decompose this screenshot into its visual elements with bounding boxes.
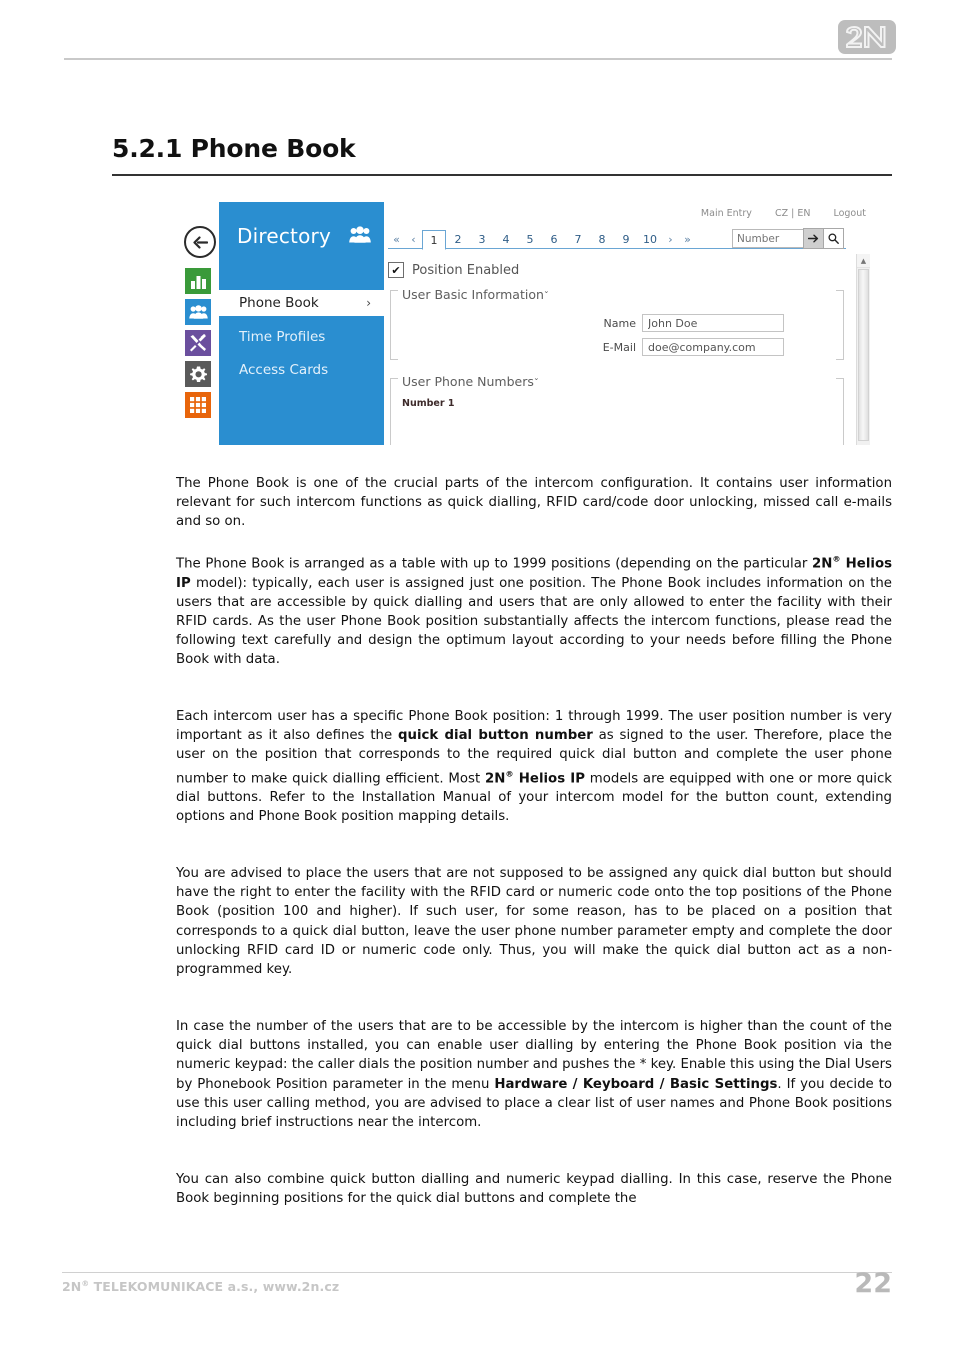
paragraph-6: You can also combine quick button dialli… <box>176 1172 892 1207</box>
group-user-phone-numbers[interactable]: User Phone Numbersˇ <box>402 371 539 390</box>
intercom-config-screenshot: Directory Phone Book › Time Profiles Acc… <box>178 202 870 445</box>
pager-next[interactable]: › <box>662 230 679 250</box>
sidebar-item-access-cards[interactable]: Access Cards <box>219 357 384 383</box>
group-title: User Basic Information <box>402 287 544 302</box>
group-bracket-left <box>390 378 398 445</box>
position-enabled-row[interactable]: ✔ Position Enabled <box>388 262 519 278</box>
position-enabled-label: Position Enabled <box>412 262 520 278</box>
language-switch-link[interactable]: CZ | EN <box>775 208 811 219</box>
email-field[interactable] <box>642 338 784 356</box>
search-input[interactable] <box>732 229 804 248</box>
pager-page-3[interactable]: 3 <box>470 230 494 250</box>
brand-logo-2n-icon <box>838 20 896 54</box>
group-bracket-left <box>390 290 398 360</box>
page-title: 5.2.1 Phone Book <box>112 134 356 163</box>
pager-page-6[interactable]: 6 <box>542 230 566 250</box>
main-entry-link[interactable]: Main Entry <box>701 208 752 219</box>
logout-link[interactable]: Logout <box>833 208 866 219</box>
sidebar-item-time-profiles[interactable]: Time Profiles <box>219 324 384 350</box>
group-bracket-right <box>836 378 844 445</box>
pager-page-1[interactable]: 1 <box>422 230 446 250</box>
footer-brand: 2N <box>62 1279 82 1295</box>
pager-page-5[interactable]: 5 <box>518 230 542 250</box>
pager-first[interactable]: « <box>388 230 405 250</box>
page-header <box>0 0 954 70</box>
system-grid-icon[interactable] <box>185 392 211 418</box>
pager-page-9[interactable]: 9 <box>614 230 638 250</box>
search-area <box>732 228 844 249</box>
footer-company-text: TELEKOMUNIKACE a.s., www.2n.cz <box>89 1279 340 1295</box>
services-gear-icon[interactable] <box>185 361 211 387</box>
directory-panel: Directory Phone Book › Time Profiles Acc… <box>219 202 384 445</box>
group-bracket-right <box>836 290 844 360</box>
people-icon <box>349 226 371 244</box>
paragraph-5: In case the number of the users that are… <box>176 1019 892 1131</box>
paragraph-2: The Phone Book is arranged as a table wi… <box>176 554 892 668</box>
name-field[interactable] <box>642 314 784 332</box>
sidebar-item-label: Time Profiles <box>239 329 326 345</box>
email-field-label: E-Mail <box>602 340 636 354</box>
topbar-links: Main Entry CZ | EN Logout <box>681 208 866 219</box>
name-field-label: Name <box>603 316 636 330</box>
chevron-down-icon[interactable]: ˇ <box>534 378 539 389</box>
paragraph-3: Each intercom user has a specific Phone … <box>176 709 893 825</box>
magnifier-icon[interactable] <box>823 228 844 249</box>
pager-page-8[interactable]: 8 <box>590 230 614 250</box>
paragraph-1: The Phone Book is one of the crucial par… <box>176 476 892 530</box>
scrollbar-thumb[interactable] <box>858 269 869 441</box>
pager-page-7[interactable]: 7 <box>566 230 590 250</box>
pager-last[interactable]: » <box>679 230 696 250</box>
footer-company: 2N® TELEKOMUNIKACE a.s., www.2n.cz <box>62 1279 339 1294</box>
field-email-row: E-Mail <box>580 338 784 356</box>
check-icon: ✔ <box>391 263 401 277</box>
footer-divider <box>62 1272 892 1273</box>
pager-page-4[interactable]: 4 <box>494 230 518 250</box>
pager-page-2[interactable]: 2 <box>446 230 470 250</box>
vertical-scrollbar[interactable]: ▲ <box>856 254 870 445</box>
status-bar-chart-icon[interactable] <box>185 268 211 294</box>
group-title: User Phone Numbers <box>402 374 534 389</box>
paragraph-4: You are advised to place the users that … <box>176 866 892 978</box>
panel-title: Directory <box>237 224 331 248</box>
scroll-up-arrow-icon[interactable]: ▲ <box>857 254 870 268</box>
field-name-row: Name <box>580 314 784 332</box>
sidebar-item-phone-book[interactable]: Phone Book › <box>219 290 384 316</box>
sidebar-item-label: Phone Book <box>239 295 319 311</box>
chevron-right-icon: › <box>366 296 371 310</box>
heading-divider <box>112 174 892 176</box>
group-user-basic-information[interactable]: User Basic Informationˇ <box>402 284 549 303</box>
position-enabled-checkbox[interactable]: ✔ <box>388 262 404 278</box>
search-go-button[interactable] <box>803 228 824 249</box>
number-1-label: Number 1 <box>402 398 455 409</box>
content-pane: Main Entry CZ | EN Logout « ‹ 1 2 3 4 5 … <box>384 202 870 445</box>
chevron-down-icon[interactable]: ˇ <box>544 291 549 302</box>
directory-people-icon[interactable] <box>185 299 211 325</box>
sidebar-item-label: Access Cards <box>239 362 329 378</box>
pager-prev[interactable]: ‹ <box>405 230 422 250</box>
hardware-tools-icon[interactable] <box>185 330 211 356</box>
icon-rail <box>178 202 219 445</box>
pager-page-10[interactable]: 10 <box>638 230 662 250</box>
pagination[interactable]: « ‹ 1 2 3 4 5 6 7 8 9 10 › » <box>388 228 696 250</box>
header-divider <box>64 58 892 60</box>
back-arrow-icon[interactable] <box>184 226 216 258</box>
page-number: 22 <box>854 1268 892 1299</box>
